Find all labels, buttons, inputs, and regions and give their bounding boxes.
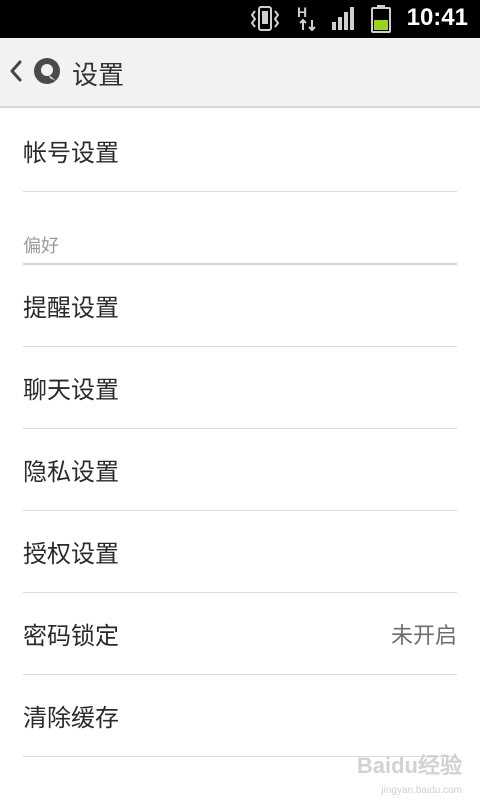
settings-item-label: 聊天设置 [23, 376, 119, 404]
battery-icon [370, 4, 392, 38]
app-logo-icon [32, 56, 72, 90]
title-bar: 设置 [0, 38, 480, 108]
settings-item-privacy[interactable]: 隐私设置 [23, 429, 457, 511]
settings-item-password-lock[interactable]: 密码锁定 未开启 [23, 593, 457, 675]
settings-list: 帐号设置 偏好 提醒设置 聊天设置 隐私设置 授权设置 密码锁定 未开启 清除缓… [0, 110, 480, 757]
watermark-url: jingyan.baidu.com [381, 785, 462, 796]
settings-item-label: 密码锁定 [23, 622, 119, 650]
section-label: 偏好 [23, 236, 59, 257]
network-type-label: H [297, 4, 307, 20]
chevron-left-icon [8, 60, 32, 86]
settings-item-label: 提醒设置 [23, 294, 119, 322]
watermark-logo: Baidu经验 [356, 753, 462, 778]
settings-item-clear-cache[interactable]: 清除缓存 [23, 675, 457, 757]
signal-icon [330, 6, 356, 36]
settings-item-chat[interactable]: 聊天设置 [23, 347, 457, 429]
page-title: 设置 [72, 60, 125, 91]
section-header-preferences: 偏好 [23, 192, 457, 265]
settings-item-label: 授权设置 [23, 540, 119, 568]
vibrate-icon [250, 6, 280, 36]
status-time: 10:41 [406, 4, 468, 31]
settings-item-label: 隐私设置 [23, 458, 119, 486]
settings-item-reminder[interactable]: 提醒设置 [23, 265, 457, 347]
network-h-icon: H [295, 4, 321, 36]
password-lock-status: 未开启 [390, 623, 457, 649]
settings-item-account[interactable]: 帐号设置 [23, 110, 457, 192]
back-button[interactable]: 设置 [8, 48, 128, 98]
status-bar: H 10:41 [0, 0, 480, 38]
settings-item-authorization[interactable]: 授权设置 [23, 511, 457, 593]
settings-item-label: 清除缓存 [23, 704, 119, 732]
settings-item-label: 帐号设置 [23, 139, 119, 167]
